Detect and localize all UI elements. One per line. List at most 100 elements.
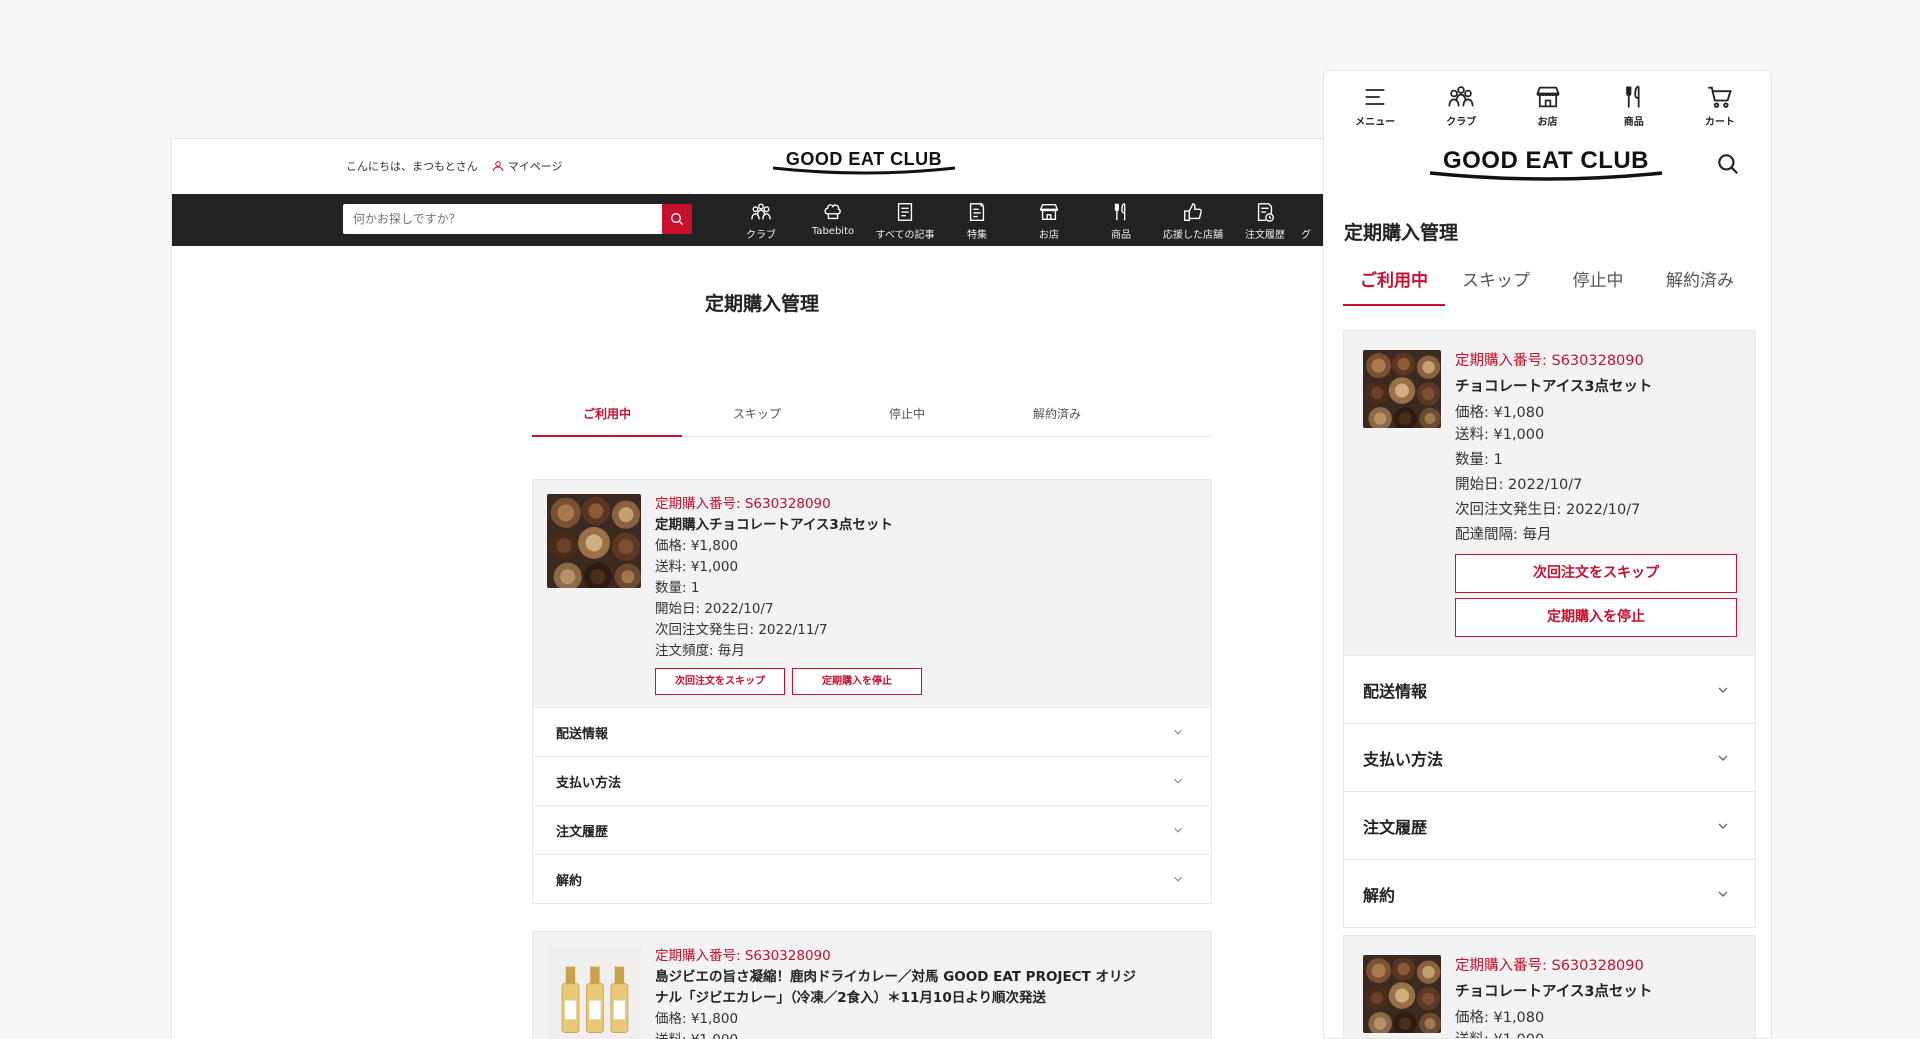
skip-next-order-button[interactable]: 次回注文をスキップ <box>655 668 785 695</box>
price: 価格: ¥1,800 <box>655 538 739 554</box>
nav-item-truncated[interactable]: グ <box>1301 201 1321 241</box>
mobile-nav-products[interactable]: 商品 <box>1591 83 1677 128</box>
next-order-date: 次回注文発生日: 2022/10/7 <box>1455 502 1641 518</box>
nav-item-stores[interactable]: お店 <box>1013 201 1085 241</box>
start-date: 開始日: 2022/10/7 <box>1455 477 1583 493</box>
subscription-info: 定期購入番号: S630328090 島ジビエの旨さ凝縮！鹿肉ドライカレー／対馬… <box>655 946 1136 1039</box>
mobile-site-logo[interactable]: GOOD EAT CLUB <box>1421 147 1671 183</box>
tab-cancelled[interactable]: 解約済み <box>1649 264 1751 306</box>
nav-item-tabebito[interactable]: Tabebito <box>797 201 869 241</box>
menu-icon <box>1361 83 1389 111</box>
logo-text: GOOD EAT CLUB <box>785 149 943 169</box>
logo-text: GOOD EAT CLUB <box>1442 147 1650 174</box>
page-title: 定期購入管理 <box>704 293 819 315</box>
search-input[interactable] <box>343 204 662 234</box>
subscription-card: 定期購入番号: S630328090 定期購入チョコレートアイス3点セット 価格… <box>532 479 1212 904</box>
accordion-payment[interactable]: 支払い方法 <box>533 756 1211 805</box>
mobile-nav-label: メニュー <box>1355 117 1396 128</box>
chevron-down-icon <box>1171 774 1185 788</box>
product-name: チョコレートアイス3点セット <box>1455 984 1653 1000</box>
shipping-fee: 送料: ¥1,000 <box>655 1030 1136 1039</box>
greeting-bar: こんにちは、まつもとさん マイページ <box>346 158 563 174</box>
feature-icon <box>966 201 988 223</box>
price: 価格: ¥1,080 <box>1455 405 1545 421</box>
search-icon <box>669 211 685 227</box>
accordion-label: 支払い方法 <box>1363 749 1444 769</box>
desktop-frame: こんにちは、まつもとさん マイページ GOOD EAT CLUB クラブ Tab… <box>171 138 1351 1039</box>
accordion-cancel[interactable]: 解約 <box>1344 859 1755 927</box>
subscription-number: 定期購入番号: S630328090 <box>1455 353 1644 369</box>
nav-items: クラブ Tabebito すべての記事 特集 お店 商品 応援した店舗 注文履歴… <box>725 201 1321 241</box>
mobile-frame: メニュー クラブ お店 商品 カート GOOD EAT CLUB 定期購入管理 … <box>1323 70 1772 1039</box>
shipping-fee: 送料: ¥1,000 <box>1455 427 1545 443</box>
nav-item-products[interactable]: 商品 <box>1085 201 1157 241</box>
thumbs-up-icon <box>1182 201 1204 223</box>
accordion-shipping[interactable]: 配送情報 <box>533 707 1211 756</box>
accordion-label: 解約 <box>1363 885 1396 905</box>
chevron-down-icon <box>1715 886 1731 902</box>
nav-label: 商品 <box>1111 230 1131 241</box>
mypage-link[interactable]: マイページ <box>492 158 563 174</box>
mobile-nav-stores[interactable]: お店 <box>1504 83 1590 128</box>
tab-active[interactable]: ご利用中 <box>532 397 682 437</box>
start-date: 開始日: 2022/10/7 <box>655 601 774 617</box>
cutlery-icon <box>1110 201 1132 223</box>
accordion-label: 配送情報 <box>1363 681 1428 701</box>
subscription-info: 定期購入番号: S630328090 チョコレートアイス3点セット 価格: ¥1… <box>1455 350 1737 637</box>
accordion-shipping[interactable]: 配送情報 <box>1344 655 1755 723</box>
price: 価格: ¥1,080 <box>1455 1010 1545 1026</box>
nav-item-supported[interactable]: 応援した店舗 <box>1157 201 1229 241</box>
accordion-order-history[interactable]: 注文履歴 <box>1344 791 1755 859</box>
accordion-label: 配送情報 <box>556 726 609 742</box>
nav-label: クラブ <box>746 230 776 241</box>
chevron-down-icon <box>1171 872 1185 886</box>
tab-cancelled[interactable]: 解約済み <box>982 397 1132 436</box>
nav-label: 応援した店舗 <box>1163 230 1223 241</box>
desktop-header: こんにちは、まつもとさん マイページ GOOD EAT CLUB <box>172 139 1351 194</box>
accordion-payment[interactable]: 支払い方法 <box>1344 723 1755 791</box>
nav-item-order-history[interactable]: 注文履歴 <box>1229 201 1301 241</box>
product-name: チョコレートアイス3点セット <box>1455 379 1653 395</box>
search-icon[interactable] <box>1715 151 1741 177</box>
stop-subscription-button[interactable]: 定期購入を停止 <box>792 668 922 695</box>
nav-label: Tabebito <box>811 226 855 237</box>
product-image <box>547 946 641 1039</box>
nav-item-feature[interactable]: 特集 <box>941 201 1013 241</box>
nav-item-articles[interactable]: すべての記事 <box>869 201 941 241</box>
nav-item-club[interactable]: クラブ <box>725 201 797 241</box>
subscription-number: 定期購入番号: S630328090 <box>655 496 831 512</box>
tab-paused[interactable]: 停止中 <box>832 397 982 436</box>
mypage-label: マイページ <box>507 160 563 173</box>
tab-paused[interactable]: 停止中 <box>1547 264 1649 306</box>
skip-next-order-button[interactable]: 次回注文をスキップ <box>1455 554 1737 593</box>
tab-active[interactable]: ご利用中 <box>1343 264 1445 306</box>
mobile-nav-label: クラブ <box>1446 117 1477 128</box>
greeting-text: こんにちは、まつもとさん <box>346 160 478 173</box>
mobile-nav-label: 商品 <box>1623 117 1644 128</box>
delivery-interval: 配達間隔: 毎月 <box>1455 527 1552 543</box>
mobile-top-nav: メニュー クラブ お店 商品 カート <box>1324 83 1771 128</box>
accordion-order-history[interactable]: 注文履歴 <box>533 805 1211 854</box>
chevron-down-icon <box>1715 750 1731 766</box>
tab-skip[interactable]: スキップ <box>682 397 832 436</box>
cart-icon <box>1706 83 1734 111</box>
mobile-nav-menu[interactable]: メニュー <box>1332 83 1418 128</box>
search-bar <box>343 204 692 234</box>
subscription-tabs: ご利用中 スキップ 停止中 解約済み <box>532 397 1212 437</box>
search-button[interactable] <box>662 204 692 234</box>
stop-subscription-button[interactable]: 定期購入を停止 <box>1455 598 1737 637</box>
mobile-page-title: 定期購入管理 <box>1344 222 1459 244</box>
site-logo[interactable]: GOOD EAT CLUB <box>769 149 959 176</box>
accordion-label: 支払い方法 <box>556 775 622 791</box>
desktop-nav-bar: クラブ Tabebito すべての記事 特集 お店 商品 応援した店舗 注文履歴… <box>172 194 1351 246</box>
mobile-nav-label: カート <box>1704 117 1735 128</box>
tab-skip[interactable]: スキップ <box>1445 264 1547 306</box>
chevron-down-icon <box>1715 818 1731 834</box>
chef-hat-icon <box>822 201 844 223</box>
accordion-cancel[interactable]: 解約 <box>533 854 1211 903</box>
user-icon <box>492 160 504 172</box>
mobile-nav-cart[interactable]: カート <box>1677 83 1763 128</box>
accordion-label: 注文履歴 <box>1363 817 1428 837</box>
product-image <box>1363 955 1441 1033</box>
mobile-nav-club[interactable]: クラブ <box>1418 83 1504 128</box>
